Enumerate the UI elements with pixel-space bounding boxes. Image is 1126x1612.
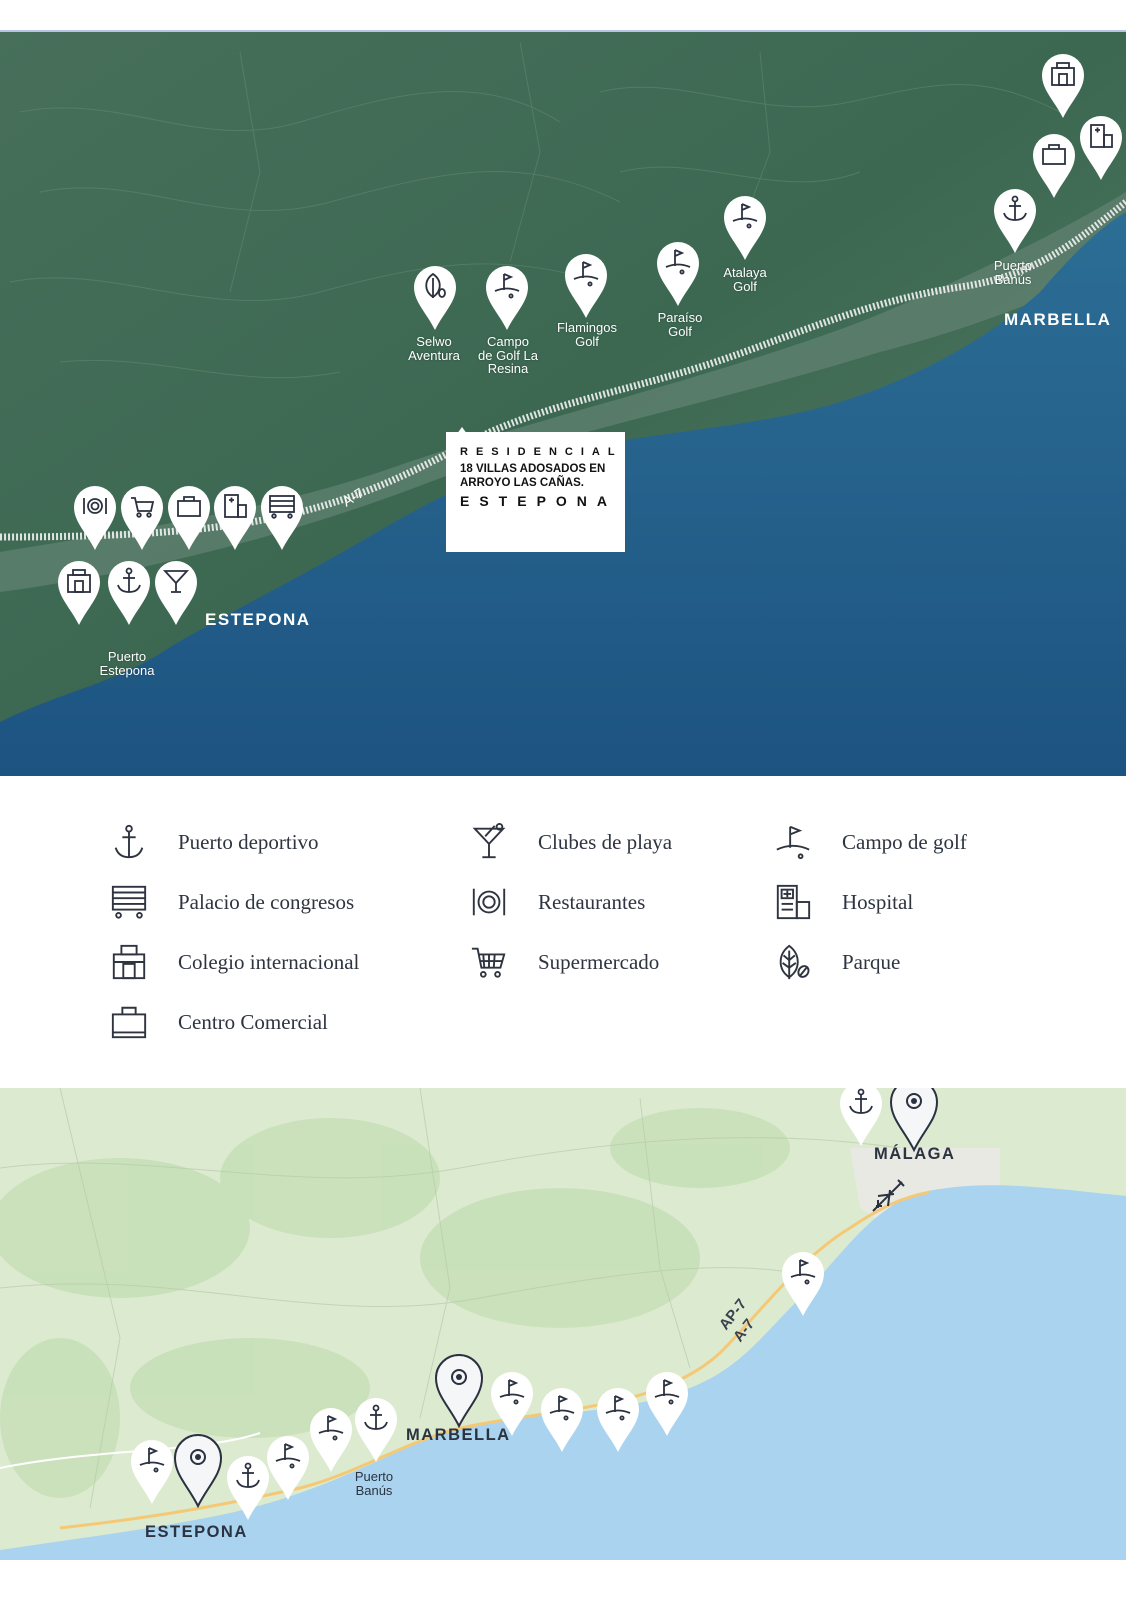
legend-label: Centro Comercial [178,1009,328,1034]
golf-icon [772,821,814,863]
legend-label: Parque [842,949,901,974]
legend-label: Puerto deportivo [178,829,319,854]
place-label-campo-la-resina: Campo de Golf La Resina [478,334,538,377]
pin-golf-paraiso[interactable] [655,240,701,308]
place-label-puerto-estepona: Puerto Estepona [99,649,155,678]
pin-marina-malaga[interactable] [838,1088,884,1148]
place-label-flamingos: Flamingos Golf [557,320,617,349]
pin-golf-6[interactable] [265,1434,311,1502]
pin-marina-puerto-banus-road[interactable] [353,1396,399,1464]
pin-congress-hall[interactable] [259,484,305,552]
hospital-icon [772,881,814,923]
legend-label: Campo de golf [842,829,967,854]
city-label-estepona: ESTEPONA [205,610,311,629]
cart-icon [468,941,510,983]
legend-item-colegio-internacional: Colegio internacional [108,940,359,984]
pin-school[interactable] [56,559,102,627]
school-icon [108,941,150,983]
pin-golf-torremolinos[interactable] [780,1250,826,1318]
legend-item-hospital: Hospital [772,880,913,924]
place-label-puerto-banus: Puerto Banús [993,258,1033,287]
pin-shopping-center-marbella[interactable] [1031,132,1077,200]
road-map: MÁLAGA AP-7 A-7 MARBELLA Puerto Banús ES… [0,1088,1126,1560]
plate-icon [468,881,510,923]
shopping-bag-icon [108,1001,150,1043]
pin-golf-la-resina[interactable] [484,264,530,332]
leaf-icon [772,941,814,983]
place-label-atalaya: Atalaya Golf [723,265,767,294]
location-pin-marbella[interactable] [433,1352,485,1429]
pin-marina-estepona[interactable] [106,559,152,627]
pin-golf-5[interactable] [308,1406,354,1474]
legend-item-campo-de-golf: Campo de golf [772,820,967,864]
legend-item-parque: Parque [772,940,900,984]
pin-beach-club[interactable] [153,559,199,627]
city-label-estepona-road: ESTEPONA [145,1523,248,1541]
development-location: ESTEPONA [460,493,618,509]
location-pin-malaga[interactable] [888,1088,940,1153]
pin-school-marbella[interactable] [1040,52,1086,120]
legend-item-palacio-de-congresos: Palacio de congresos [108,880,354,924]
pin-golf-2[interactable] [539,1386,585,1454]
pin-golf-7[interactable] [129,1438,175,1506]
place-label-selwo: Selwo Aventura [408,334,460,363]
pin-golf-1[interactable] [489,1370,535,1438]
legend-item-centro-comercial: Centro Comercial [108,1000,328,1044]
airplane-icon [868,1176,908,1216]
place-label-paraiso: Paraíso Golf [657,310,703,339]
pin-supermarket[interactable] [119,484,165,552]
legend-label: Supermercado [538,949,660,974]
legend-label: Colegio internacional [178,949,360,974]
anchor-icon [108,821,150,863]
legend: Puerto deportivo Clubes de playa Campo d… [0,776,1126,1088]
pin-marina-estepona-road[interactable] [225,1454,271,1522]
pin-hospital[interactable] [212,484,258,552]
legend-item-restaurantes: Restaurantes [468,880,645,924]
location-pin-estepona[interactable] [172,1432,224,1509]
congress-hall-icon [108,881,150,923]
legend-item-clubes-de-playa: Clubes de playa [468,820,672,864]
pin-hospital-marbella[interactable] [1078,114,1124,182]
pin-golf-4[interactable] [644,1370,690,1438]
legend-label: Clubes de playa [538,829,673,854]
legend-label: Hospital [842,889,914,914]
development-description: 18 VILLAS ADOSADOS EN ARROYO LAS CAÑAS. [460,463,606,489]
place-label-puerto-banus-road: Puerto Banús [354,1469,394,1498]
cocktail-icon [468,821,510,863]
legend-label: Palacio de congresos [178,889,355,914]
pin-shopping-center[interactable] [166,484,212,552]
pin-golf-3[interactable] [595,1386,641,1454]
pin-golf-flamingos[interactable] [563,252,609,320]
legend-item-supermercado: Supermercado [468,940,659,984]
pin-restaurant[interactable] [72,484,118,552]
satellite-map: A-7 Puerto Estepona ESTEPONA Selwo Avent… [0,30,1126,776]
pin-park-selwo[interactable] [412,264,458,332]
development-title: RESIDENCIAL [460,446,623,458]
pin-golf-atalaya[interactable] [722,194,768,262]
city-label-marbella: MARBELLA [1004,310,1112,329]
legend-label: Restaurantes [538,889,646,914]
development-box[interactable]: RESIDENCIAL 18 VILLAS ADOSADOS EN ARROYO… [446,432,625,552]
legend-item-puerto-deportivo: Puerto deportivo [108,820,319,864]
satellite-map-background [0,32,1126,776]
city-label-malaga: MÁLAGA [874,1145,956,1163]
